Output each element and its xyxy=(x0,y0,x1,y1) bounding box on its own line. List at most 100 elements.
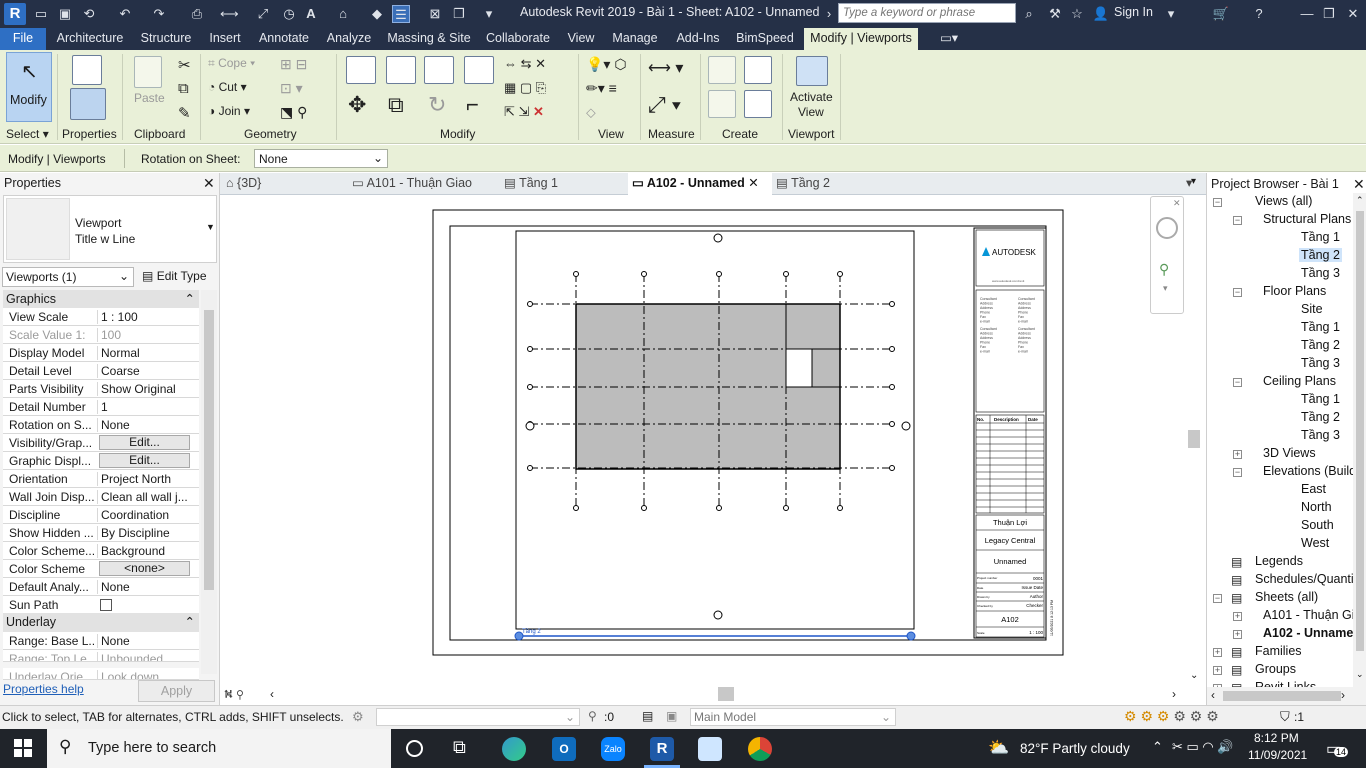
property-value[interactable]: Look down xyxy=(97,670,197,679)
property-row[interactable]: Range: Base L... None xyxy=(3,632,199,650)
property-row[interactable]: Range: Top Le... Unbounded xyxy=(3,650,199,662)
create-group-icon[interactable] xyxy=(744,56,772,84)
cortana-icon[interactable] xyxy=(406,740,423,757)
move-icon[interactable]: ✥ xyxy=(348,92,366,118)
zoom-icon[interactable]: ⚲ xyxy=(1159,261,1169,278)
property-row[interactable]: Discipline Coordination xyxy=(3,506,199,524)
revit-icon[interactable]: R xyxy=(650,737,674,761)
browser-vertical-scrollbar[interactable]: ⌃ ⌄ xyxy=(1353,193,1366,687)
property-value[interactable]: Clean all wall j... xyxy=(97,490,197,504)
measure-icon[interactable]: ⟷ xyxy=(220,5,239,23)
print-icon[interactable]: ⎙ xyxy=(188,5,206,23)
customize-qat-icon[interactable]: ▾ xyxy=(480,5,498,23)
expand-toggle-icon[interactable]: − xyxy=(1233,378,1242,387)
property-value[interactable]: None xyxy=(97,418,197,432)
property-row[interactable]: Default Analy... None xyxy=(3,578,199,596)
browser-item[interactable]: Tầng 2 xyxy=(1299,410,1342,424)
browser-item[interactable]: Elevations (Building xyxy=(1261,464,1353,478)
weather-text[interactable]: 82°F Partly cloudy xyxy=(1020,741,1130,756)
scroll-thumb[interactable] xyxy=(1188,430,1200,448)
property-row[interactable]: Show Hidden ... By Discipline xyxy=(3,524,199,542)
property-value[interactable]: 1 : 100 xyxy=(97,310,197,324)
activate-label[interactable]: Activate xyxy=(790,90,833,104)
cart-icon[interactable]: 🛒 xyxy=(1212,5,1230,23)
browser-item[interactable]: Ceiling Plans xyxy=(1261,374,1338,388)
cut-scissors-icon[interactable]: ✂ xyxy=(178,56,191,74)
expand-toggle-icon[interactable]: − xyxy=(1233,468,1242,477)
tab-tang-1[interactable]: ▤ Tầng 1 xyxy=(504,173,624,195)
property-edit-button[interactable]: Edit... xyxy=(99,453,190,468)
expand-toggle-icon[interactable]: − xyxy=(1233,216,1242,225)
tab-3d-view[interactable]: ⌂ {3D} xyxy=(226,173,346,195)
save-icon[interactable]: ▣ xyxy=(56,5,74,23)
rotate-icon[interactable]: ↻ xyxy=(428,92,446,118)
instance-filter-select[interactable]: Viewports (1) ⌄ xyxy=(2,267,134,287)
tab-add-ins[interactable]: Add-Ins xyxy=(668,28,728,50)
tag-icon[interactable]: ◷ xyxy=(280,5,298,23)
expand-toggle-icon[interactable]: − xyxy=(1213,594,1222,603)
close-hidden-icon[interactable]: ⊠ xyxy=(426,5,444,23)
tab-analyze[interactable]: Analyze xyxy=(320,28,378,50)
property-value[interactable]: None xyxy=(97,634,197,648)
tab-manage[interactable]: Manage xyxy=(606,28,664,50)
subscription-icon[interactable]: ⚒ xyxy=(1046,5,1064,23)
property-value[interactable]: 1 xyxy=(97,400,197,414)
properties-scrollbar[interactable] xyxy=(201,290,217,674)
property-row[interactable]: Detail Level Coarse xyxy=(3,362,199,380)
open-icon[interactable]: ▭ xyxy=(32,5,50,23)
browser-item[interactable]: Tầng 2 xyxy=(1299,248,1342,262)
property-row[interactable]: Parts Visibility Show Original xyxy=(3,380,199,398)
underlay-category[interactable]: Underlay ⌃ xyxy=(3,613,199,632)
property-value[interactable]: None xyxy=(97,580,197,594)
paint-icon[interactable] xyxy=(698,737,722,761)
browser-item[interactable]: Tầng 1 xyxy=(1299,392,1342,406)
browser-item[interactable]: Tầng 3 xyxy=(1299,356,1342,370)
task-view-icon[interactable]: ⧉ xyxy=(453,737,466,758)
copy-element-icon[interactable]: ⧉ xyxy=(388,92,404,118)
offset-icon[interactable] xyxy=(386,56,416,84)
aligned-dimension-icon[interactable]: ⤢ xyxy=(254,5,272,23)
property-value[interactable]: Coarse xyxy=(97,364,197,378)
property-row[interactable]: Graphic Displ... Edit... xyxy=(3,452,199,470)
split-face-icon[interactable]: ⊡ ▾ xyxy=(280,80,303,97)
view-control-icons[interactable]: ⛕ ⚲ xyxy=(224,687,244,703)
tray-chevron-icon[interactable]: ⌃ xyxy=(1152,739,1163,755)
property-row[interactable]: View Scale 1 : 100 xyxy=(3,308,199,326)
tab-structure[interactable]: Structure xyxy=(134,28,198,50)
tab-file[interactable]: File xyxy=(0,28,46,50)
canvas-vertical-scrollbar[interactable]: ▾ ⌄ xyxy=(1186,176,1204,685)
start-icon[interactable] xyxy=(14,739,32,757)
zalo-icon[interactable]: Zalo xyxy=(601,737,625,761)
text-icon[interactable]: A xyxy=(302,5,320,23)
worksets-icon[interactable]: ⚙ xyxy=(352,709,364,725)
chrome-icon[interactable] xyxy=(748,737,772,761)
property-row[interactable]: Display Model Normal xyxy=(3,344,199,362)
sync-icon[interactable]: ⟲ xyxy=(80,5,98,23)
browser-item[interactable]: Families xyxy=(1253,644,1304,658)
design-options-icon[interactable]: ▤ xyxy=(642,709,653,723)
linework-icon[interactable]: ⬦ xyxy=(586,104,596,121)
tab-collaborate[interactable]: Collaborate xyxy=(480,28,556,50)
sun-path-checkbox[interactable] xyxy=(100,599,112,611)
scroll-up-icon[interactable]: ▾ xyxy=(1191,176,1196,187)
tab-annotate[interactable]: Annotate xyxy=(252,28,316,50)
property-row[interactable]: Visibility/Grap... Edit... xyxy=(3,434,199,452)
redo-icon[interactable]: ↷ xyxy=(150,5,168,23)
properties-icon[interactable] xyxy=(70,88,106,120)
close-browser-icon[interactable]: ✕ xyxy=(1353,176,1365,193)
property-value[interactable]: Show Original xyxy=(97,382,197,396)
property-edit-button[interactable]: <none> xyxy=(99,561,190,576)
wall-joins-icon[interactable]: ⊞ ⊟ xyxy=(280,56,307,73)
switch-windows-icon[interactable]: ❐ xyxy=(450,5,468,23)
property-row[interactable]: Orientation Project North xyxy=(3,470,199,488)
property-row[interactable]: Color Scheme... Background xyxy=(3,542,199,560)
scroll-right-icon[interactable]: › xyxy=(1341,688,1345,702)
hide-in-view-icon[interactable]: 💡▾ ⬡ xyxy=(586,56,627,73)
steering-wheel-icon[interactable] xyxy=(1156,217,1178,239)
browser-item[interactable]: Groups xyxy=(1253,662,1298,676)
create-similar-icon[interactable] xyxy=(744,90,772,118)
browser-item[interactable]: East xyxy=(1299,482,1328,496)
mirror-axis-icon[interactable] xyxy=(424,56,454,84)
default-3d-icon[interactable]: ⌂ xyxy=(334,5,352,23)
search-input[interactable] xyxy=(838,3,1016,23)
